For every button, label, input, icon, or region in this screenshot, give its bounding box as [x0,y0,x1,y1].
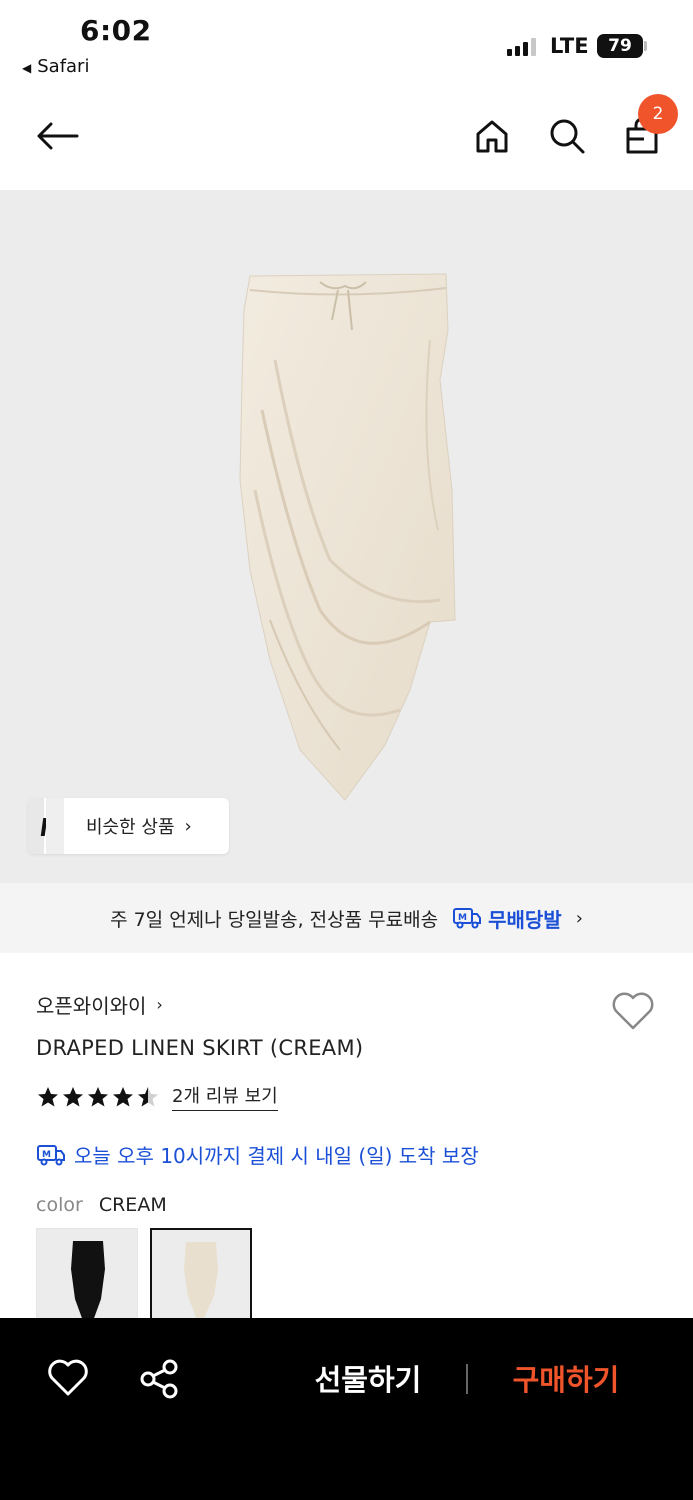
back-to-safari[interactable]: ◀ Safari [22,56,89,77]
status-bar: 6:02 ◀ Safari LTE 79 [0,0,693,90]
share-icon [140,1359,178,1399]
swatch-cream[interactable] [150,1228,252,1320]
signal-icon [507,38,536,56]
buy-button[interactable]: 구매하기 [488,1358,644,1402]
rating-stars [36,1085,160,1109]
product-name: DRAPED LINEN SKIRT (CREAM) [36,1036,364,1060]
skirt-image [239,273,456,801]
star-icon [113,1086,133,1106]
black-skirt-thumbnail [71,1241,105,1319]
similar-thumbnail [28,798,64,854]
reviews-link[interactable]: 2개 리뷰 보기 [172,1082,278,1111]
battery-tip [644,41,647,51]
delivery-brand: 무배당발 [488,907,562,932]
cart-count-badge: 2 [638,94,678,134]
svg-text:M: M [458,913,467,923]
svg-text:M: M [42,1150,51,1160]
heart-icon [612,992,654,1030]
search-icon [550,119,585,154]
star-icon [63,1086,83,1106]
cream-skirt-thumbnail [184,1242,218,1318]
search-button[interactable] [545,114,589,158]
brand-name: 오픈와이와이 [36,994,147,1018]
chevron-right-icon: › [575,907,583,929]
home-button[interactable] [470,114,514,158]
half-star-icon [138,1086,158,1106]
back-app-label: Safari [37,56,90,77]
color-value: CREAM [98,1194,167,1216]
color-label: color [36,1194,83,1216]
rating-row: 2개 리뷰 보기 [36,1082,278,1111]
status-time: 6:02 [80,14,152,47]
back-triangle-icon: ◀ [22,61,32,75]
brand-link[interactable]: 오픈와이와이 › [36,990,163,1019]
product-image[interactable]: 비슷한 상품 › [0,190,693,883]
similar-products-label: 비슷한 상품 [86,817,175,838]
wishlist-button[interactable] [610,990,656,1032]
back-arrow-icon [37,122,79,150]
back-button[interactable] [30,114,84,158]
wishlist-button[interactable] [46,1358,90,1398]
chevron-right-icon: › [156,995,163,1014]
star-icon [88,1086,108,1106]
similar-products-button[interactable]: 비슷한 상품 › [28,798,229,854]
bottom-action-bar: 선물하기 구매하기 [0,1318,693,1500]
gift-button[interactable]: 선물하기 [290,1358,446,1402]
home-icon [476,120,508,153]
arrival-text: 오늘 오후 10시까지 결제 시 내일 (일) 도착 보장 [74,1144,479,1168]
color-row: color CREAM [36,1194,167,1216]
star-icon [38,1086,58,1106]
delivery-truck-icon: M [37,1144,65,1165]
delivery-truck-icon: M [453,908,482,929]
top-nav: 2 [0,94,693,180]
share-button[interactable] [138,1358,182,1400]
network-label: LTE [550,34,589,58]
divider [466,1364,468,1394]
heart-icon [48,1359,88,1396]
swatch-black[interactable] [36,1228,138,1320]
chevron-right-icon: › [184,815,192,837]
delivery-text: 주 7일 언제나 당일발송, 전상품 무료배송 [110,908,439,931]
arrival-guarantee: M 오늘 오후 10시까지 결제 시 내일 (일) 도착 보장 [36,1140,479,1169]
battery-icon: 79 [597,34,643,58]
delivery-banner[interactable]: 주 7일 언제나 당일발송, 전상품 무료배송 M 무배당발 › [0,883,693,953]
